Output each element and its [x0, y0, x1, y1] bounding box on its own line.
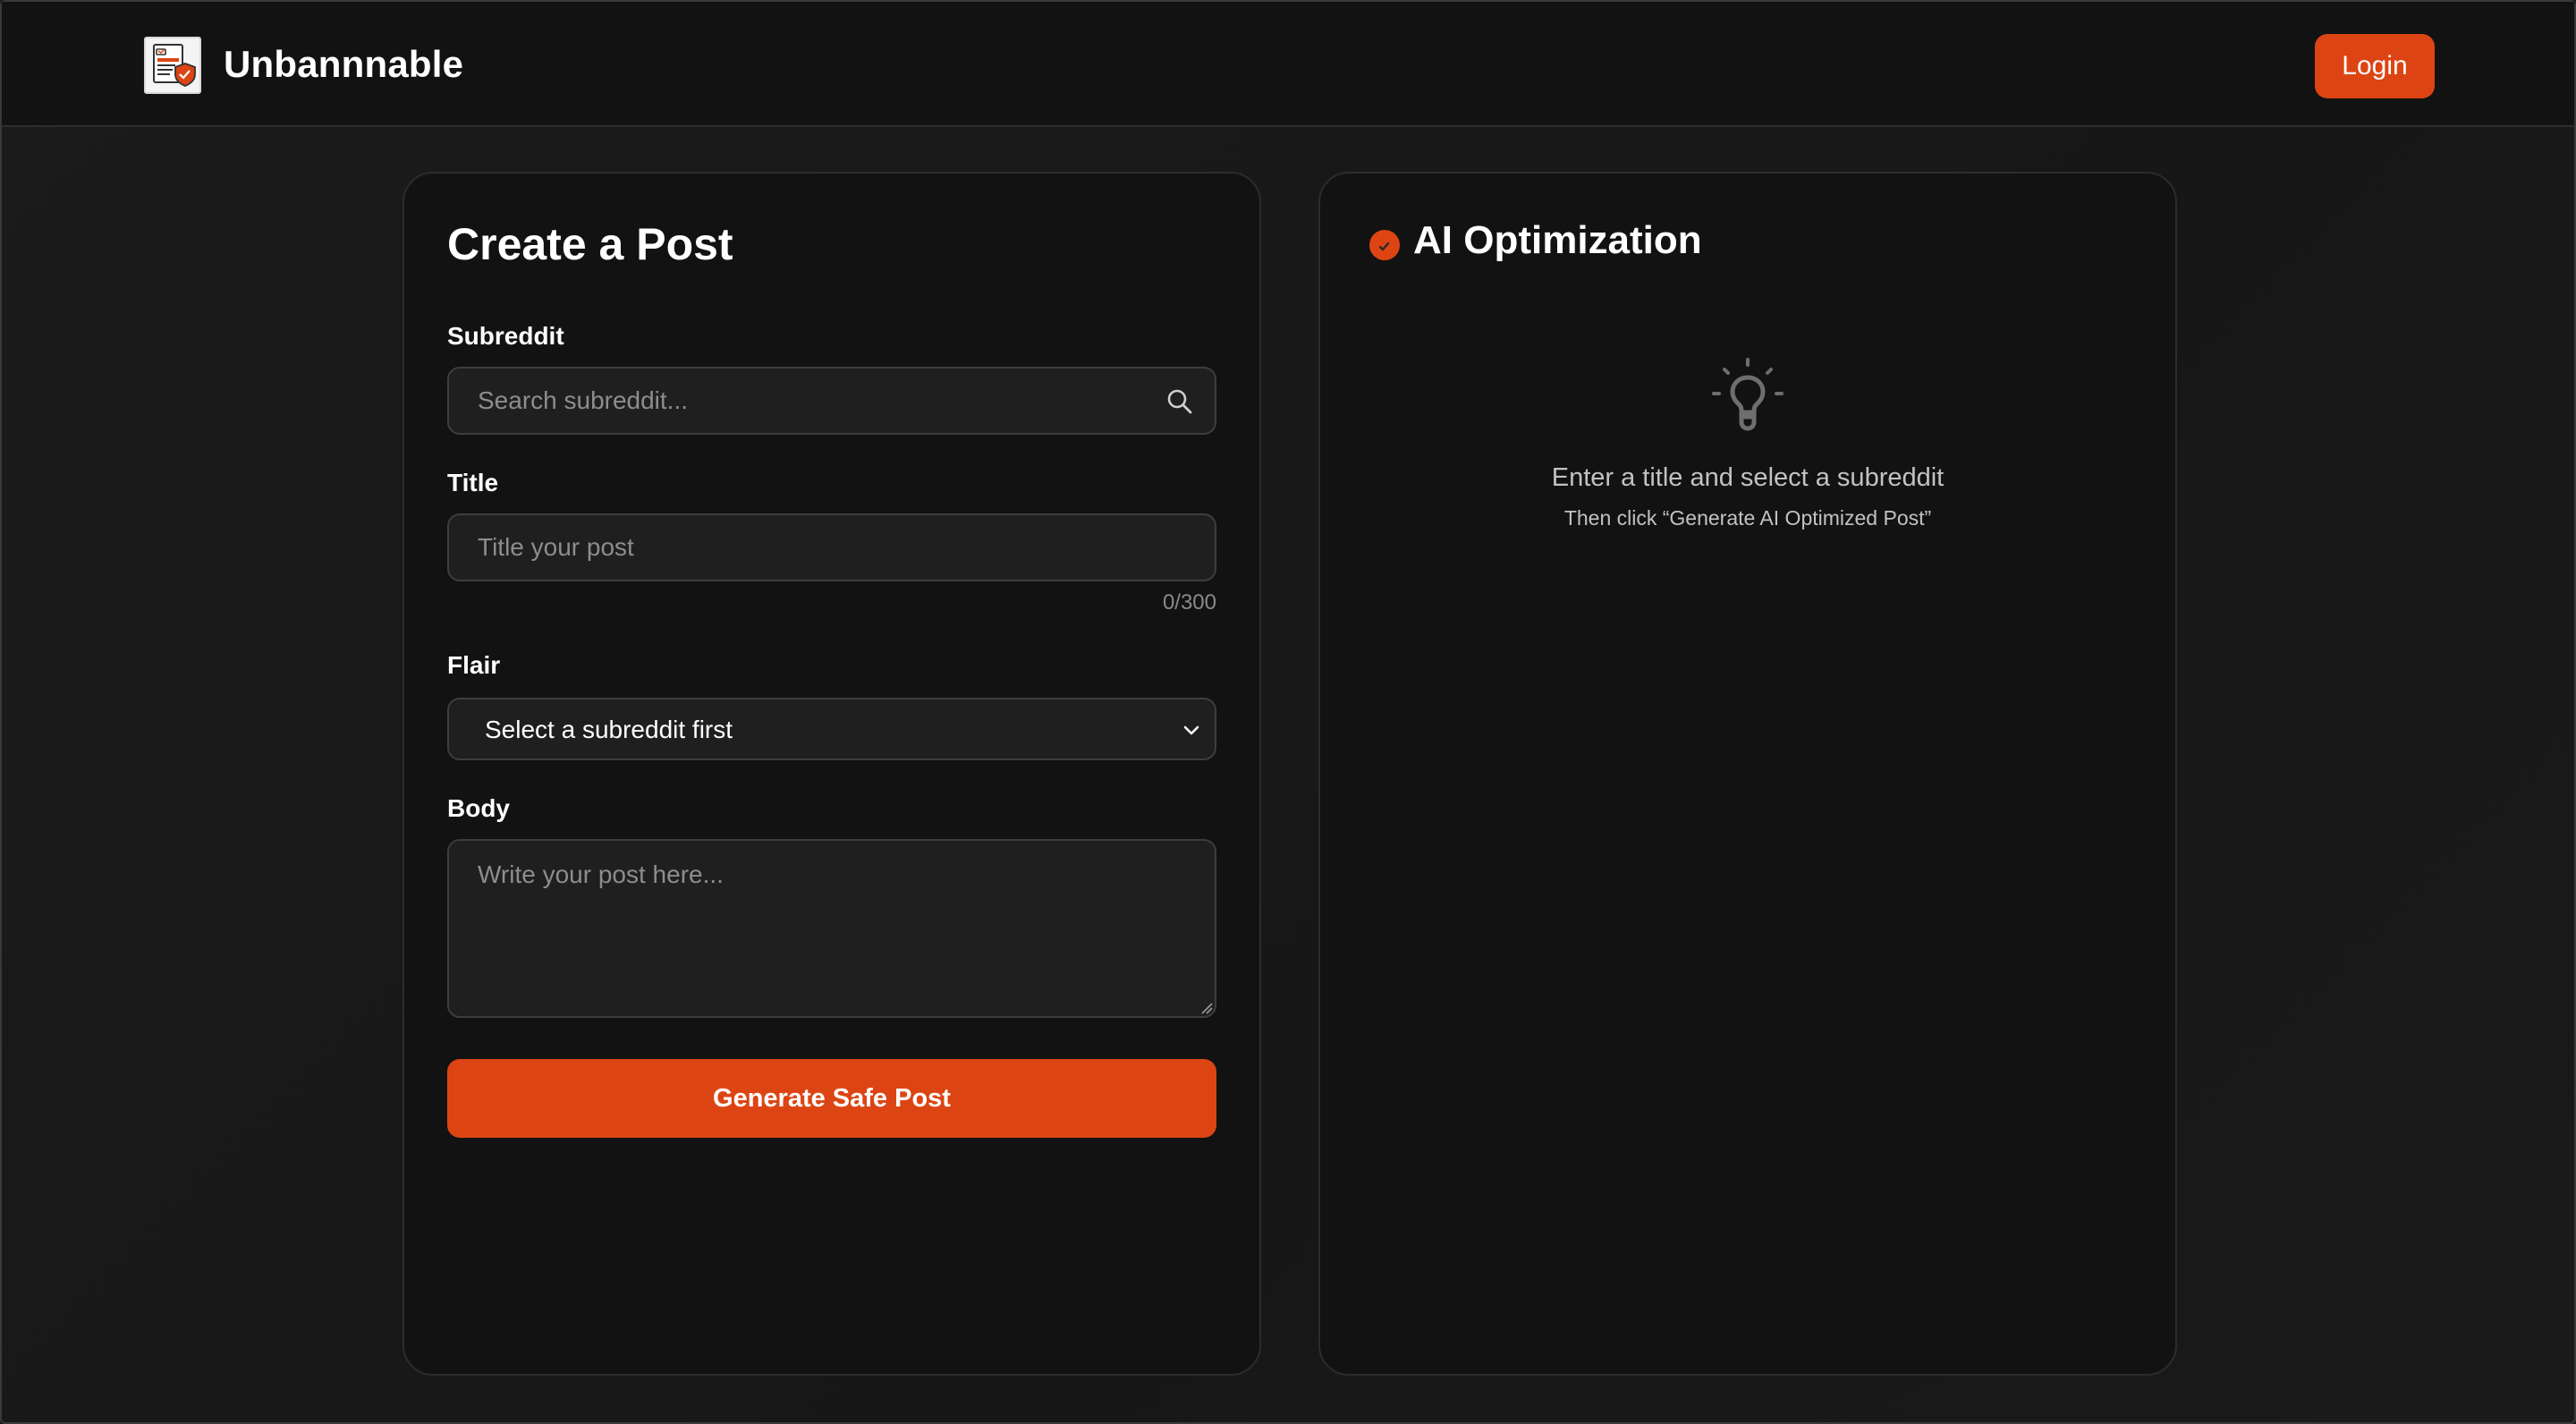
title-label: Title — [447, 469, 499, 496]
lightbulb-icon — [1712, 358, 1784, 431]
flair-select[interactable]: Select a subreddit first — [447, 698, 1216, 760]
ai-optimization-panel: AI Optimization Enter a title and select… — [1318, 172, 2177, 1376]
document-shield-icon — [144, 37, 201, 94]
body-label: Body — [447, 794, 510, 822]
ai-panel-title: AI Optimization — [1413, 218, 1702, 262]
empty-state-message: Enter a title and select a subreddit — [1551, 463, 1945, 492]
subreddit-label: Subreddit — [447, 322, 564, 350]
generate-safe-post-button[interactable]: Generate Safe Post — [447, 1059, 1216, 1138]
login-button[interactable]: Login — [2315, 34, 2435, 98]
create-post-panel: Create a Post Subreddit Title 0/300 Flai… — [402, 172, 1261, 1376]
search-icon[interactable] — [1166, 388, 1193, 415]
title-input[interactable] — [447, 513, 1216, 581]
empty-state-hint: Then click “Generate AI Optimized Post” — [1563, 506, 1932, 530]
check-badge-icon — [1369, 230, 1400, 260]
top-header: Unbannnable Login — [2, 2, 2574, 127]
page-title: Create a Post — [447, 219, 733, 269]
app-window: Unbannnable Login Create a Post Subreddi… — [0, 0, 2576, 1424]
flair-label: Flair — [447, 651, 501, 679]
resize-grip-icon[interactable] — [1200, 1002, 1213, 1014]
subreddit-search-input[interactable] — [447, 367, 1216, 435]
flair-selected-value: Select a subreddit first — [485, 716, 733, 743]
chevron-down-icon — [1183, 725, 1199, 735]
title-char-counter: 0/300 — [1162, 590, 1216, 615]
body-textarea[interactable] — [447, 839, 1216, 1018]
brand-name: Unbannnable — [224, 43, 464, 85]
